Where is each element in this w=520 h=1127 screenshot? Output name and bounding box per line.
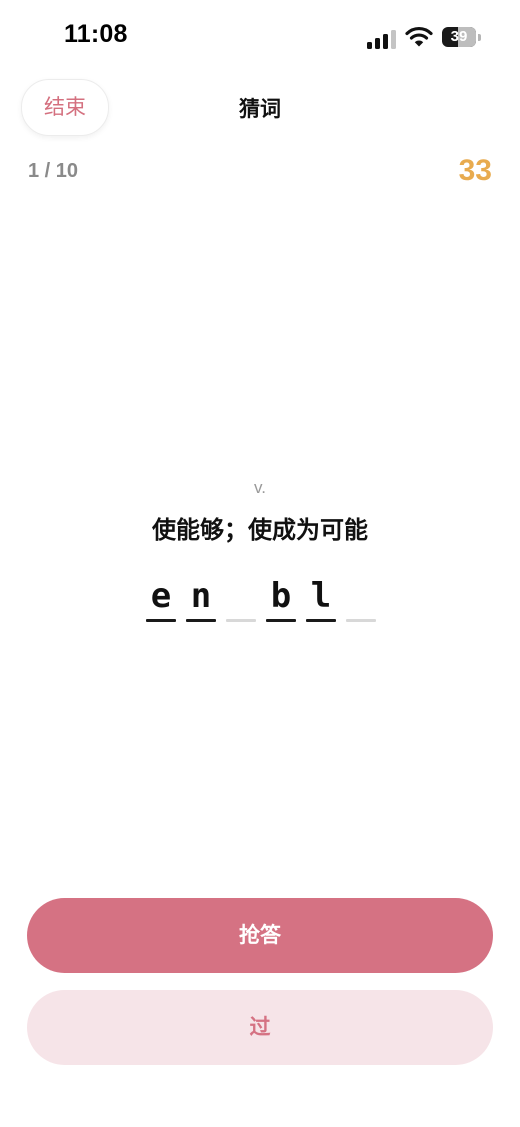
wifi-icon	[405, 26, 433, 47]
letter-slot: b	[266, 574, 296, 626]
letter-slots: e n b l	[146, 574, 376, 626]
letter-slot: e	[146, 574, 176, 626]
page-title: 猜词	[239, 97, 281, 121]
slot-underline	[226, 619, 256, 622]
question-progress: 1 / 10	[28, 160, 79, 182]
answer-button[interactable]: 抢答	[27, 898, 493, 973]
slot-underline	[266, 619, 296, 622]
slot-letter: n	[190, 576, 212, 616]
slot-underline	[146, 619, 176, 622]
word-meaning: 使能够；使成为可能	[152, 516, 368, 544]
slot-letter: l	[310, 576, 332, 616]
battery-icon: 39	[442, 27, 482, 49]
letter-slot-empty	[226, 574, 256, 626]
status-bar: 11:08 39	[0, 0, 520, 76]
part-of-speech: v.	[254, 478, 266, 497]
slot-underline	[186, 619, 216, 622]
slot-underline	[346, 619, 376, 622]
pass-button[interactable]: 过	[27, 990, 493, 1065]
slot-underline	[306, 619, 336, 622]
letter-slot-empty	[346, 574, 376, 626]
countdown-timer: 33	[458, 154, 492, 187]
slot-letter: e	[150, 576, 172, 616]
battery-level: 39	[450, 28, 468, 45]
letter-slot: l	[306, 574, 336, 626]
cellular-signal-icon	[367, 30, 396, 49]
slot-letter: b	[270, 576, 292, 616]
letter-slot: n	[186, 574, 216, 626]
status-time: 11:08	[64, 20, 128, 48]
